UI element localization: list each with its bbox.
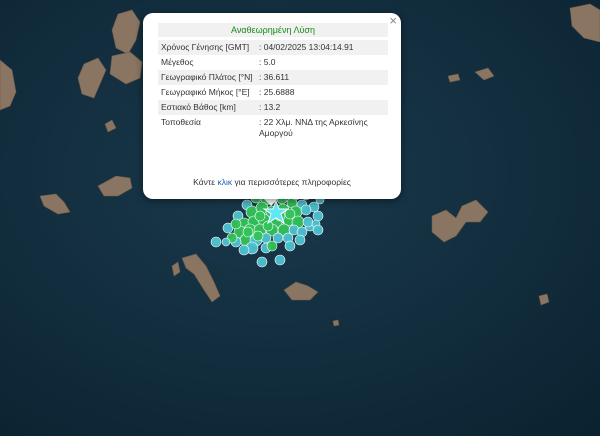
earthquake-marker[interactable] [242,226,254,238]
table-row: Γεωγραφικό Πλάτος [°N]: 36.611 [158,70,388,85]
earthquake-marker[interactable] [312,210,324,222]
earthquake-marker[interactable] [221,237,231,247]
popup-pointer [264,199,278,206]
popup-title: Αναθεωρημένη Λύση [158,23,388,37]
earthquake-marker[interactable] [256,256,268,268]
event-info-popup: × Αναθεωρημένη Λύση Χρόνος Γένησης [GMT]… [143,13,401,199]
table-row: Γεωγραφικό Μήκος [°E] : 25.6888 [158,85,388,100]
earthquake-marker[interactable] [230,218,242,230]
earthquake-marker[interactable] [266,240,278,252]
row-value: : 22 Χλμ. ΝΝΔ της Αρκεσίνης Αμοργού [259,117,368,138]
row-value: : 04/02/2025 13:04:14.91 [256,40,388,55]
more-info-suffix: για περισσότερες πληροφορίες [234,177,351,187]
earthquake-marker[interactable] [284,240,296,252]
more-info-prefix: Κάντε [193,177,216,187]
row-value: : 5.0 [259,57,276,67]
earthquake-marker[interactable] [300,204,312,216]
earthquake-marker[interactable] [238,244,250,256]
event-details-table: Χρόνος Γένησης [GMT]: 04/02/2025 13:04:1… [158,40,388,141]
earthquake-marker[interactable] [252,230,264,242]
row-label: Γεωγραφικό Πλάτος [°N] [158,70,256,85]
row-label: Μέγεθος [161,57,194,67]
table-row: Εστιακό Βάθος [km]: 13.2 [158,100,388,115]
table-row: Μέγεθος : 5.0 [158,55,388,70]
table-row: Τοποθεσία : 22 Χλμ. ΝΝΔ της Αρκεσίνης Αμο… [158,115,388,141]
earthquake-marker[interactable] [254,210,266,222]
earthquake-marker[interactable] [210,236,222,248]
more-info-link[interactable]: κλικ [217,177,232,187]
row-label: Χρόνος Γένησης [GMT] [158,40,256,55]
row-value: : 36.611 [256,70,388,85]
earthquake-marker[interactable] [302,216,314,228]
row-value: : 25.6888 [259,87,295,97]
more-info-line: Κάντε κλικ για περισσότερες πληροφορίες [143,177,401,187]
table-row: Χρόνος Γένησης [GMT]: 04/02/2025 13:04:1… [158,40,388,55]
earthquake-marker[interactable] [274,254,286,266]
row-value: : 13.2 [256,100,388,115]
row-label: Εστιακό Βάθος [km] [158,100,256,115]
earthquake-marker[interactable] [294,234,306,246]
close-icon[interactable]: × [389,14,397,28]
island-small-south [332,319,340,327]
earthquake-marker[interactable] [312,224,324,236]
row-label: Τοποθεσία [161,117,201,127]
row-label: Γεωγραφικό Μήκος [°E] [161,87,250,97]
